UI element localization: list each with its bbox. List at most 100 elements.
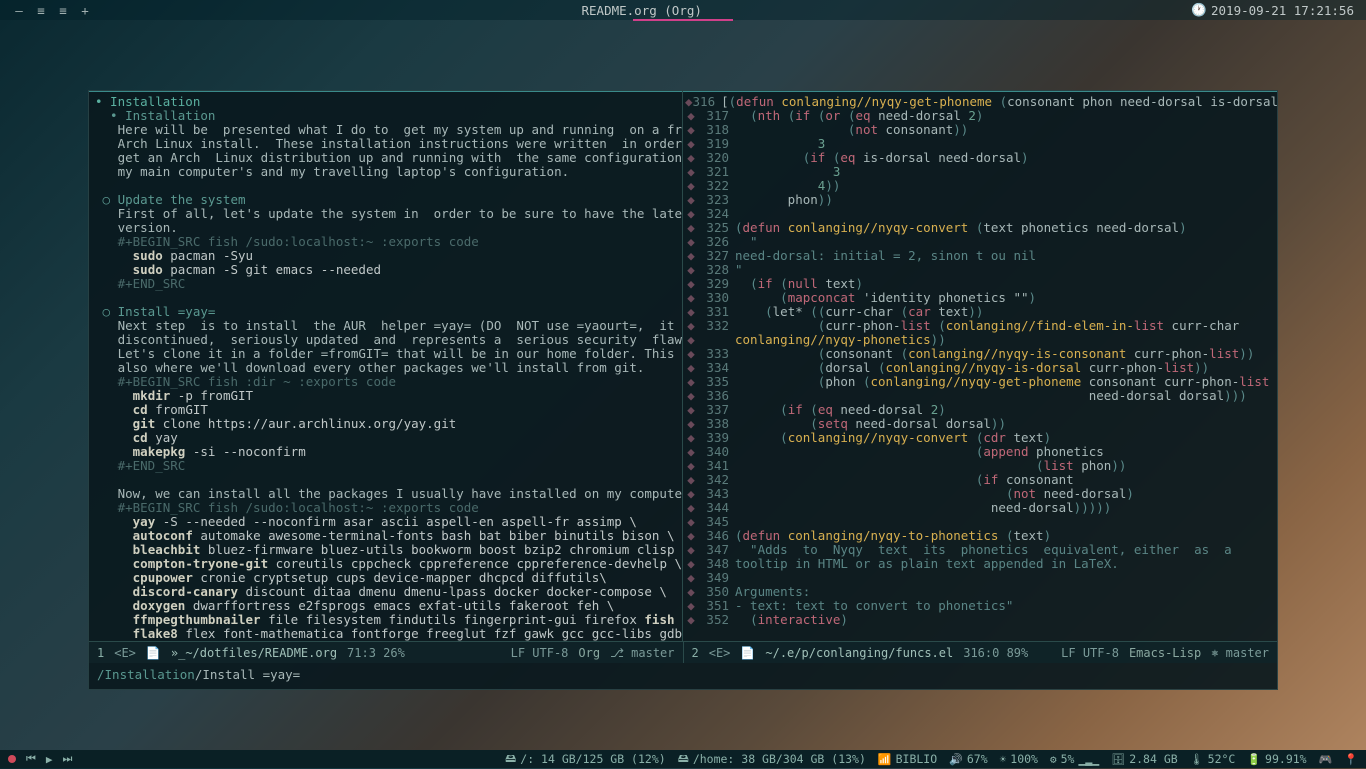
line-number: 345 <box>697 515 729 529</box>
org-text: get an Arch Linux distribution up and ru… <box>95 151 676 165</box>
org-text: Here will be presented what I do to get … <box>95 123 676 137</box>
fold-diamond-icon[interactable]: ◆ <box>685 487 697 501</box>
fold-diamond-icon[interactable]: ◆ <box>685 235 697 249</box>
line-number: 322 <box>697 179 729 193</box>
clock-icon: 🕐 <box>1191 2 1207 18</box>
code-line: ◆341 (list phon)) <box>685 459 1277 473</box>
line-number: 350 <box>697 585 729 599</box>
fold-diamond-icon[interactable]: ◆ <box>685 263 697 277</box>
emacs-window: • Installation • Installation Here will … <box>88 90 1278 690</box>
fold-diamond-icon[interactable]: ◆ <box>685 123 697 137</box>
code-line: ◆328" <box>685 263 1277 277</box>
src-line: autoconf automake awesome-terminal-fonts… <box>95 529 676 543</box>
battery-icon: 🔋 <box>1247 753 1261 766</box>
media-prev-icon[interactable]: ⏮ <box>26 752 36 766</box>
record-icon[interactable] <box>8 755 16 763</box>
fold-diamond-icon[interactable]: ◆ <box>685 95 693 109</box>
left-pane[interactable]: • Installation • Installation Here will … <box>89 91 683 641</box>
titlebar-btn-4[interactable]: + <box>78 3 92 17</box>
fold-diamond-icon[interactable]: ◆ <box>685 529 697 543</box>
fold-diamond-icon[interactable]: ◆ <box>685 459 697 473</box>
fold-diamond-icon[interactable]: ◆ <box>685 473 697 487</box>
volume[interactable]: 🔊67% <box>949 752 987 766</box>
fold-diamond-icon[interactable]: ◆ <box>685 291 697 305</box>
fold-diamond-icon[interactable]: ◆ <box>685 179 697 193</box>
brightness-icon: ☀ <box>1000 753 1007 766</box>
line-number: 331 <box>697 305 729 319</box>
fold-diamond-icon[interactable]: ◆ <box>685 361 697 375</box>
fold-diamond-icon[interactable]: ◆ <box>685 417 697 431</box>
fold-diamond-icon[interactable]: ◆ <box>685 165 697 179</box>
line-number: 319 <box>697 137 729 151</box>
fold-diamond-icon[interactable]: ◆ <box>685 137 697 151</box>
clock-text: 2019-09-21 17:21:56 <box>1211 3 1354 18</box>
fold-diamond-icon[interactable]: ◆ <box>685 305 697 319</box>
brightness[interactable]: ☀100% <box>1000 752 1038 766</box>
location-icon[interactable]: 📍 <box>1344 753 1358 766</box>
code-line: ◆338 (setq need-dorsal dorsal)) <box>685 417 1277 431</box>
fold-diamond-icon[interactable]: ◆ <box>685 557 697 571</box>
fold-diamond-icon[interactable]: ◆ <box>685 221 697 235</box>
media-next-icon[interactable]: ⏭ <box>63 752 73 766</box>
org-heading-1[interactable]: • Installation <box>95 95 676 109</box>
org-text: version. <box>95 221 676 235</box>
line-number: 328 <box>697 263 729 277</box>
code-line: ◆325(defun conlanging//nyqy-convert (tex… <box>685 221 1277 235</box>
fold-diamond-icon[interactable]: ◆ <box>685 403 697 417</box>
wifi-ssid: BIBLIO <box>896 752 938 766</box>
src-line: ffmpegthumbnailer file filesystem findut… <box>95 613 676 627</box>
fold-diamond-icon[interactable]: ◆ <box>685 319 697 333</box>
src-line: doxygen dwarffortress e2fsprogs emacs ex… <box>95 599 676 613</box>
titlebar-btn-3[interactable]: ≡ <box>56 3 70 17</box>
right-pane[interactable]: ◆316[(defun conlanging//nyqy-get-phoneme… <box>683 91 1277 641</box>
fold-diamond-icon[interactable]: ◆ <box>685 207 697 221</box>
org-text: also where we'll download every other pa… <box>95 361 676 375</box>
src-line: compton-tryone-git coreutils cppcheck cp… <box>95 557 676 571</box>
fold-diamond-icon[interactable]: ◆ <box>685 333 697 347</box>
ml-position: 71:3 26% <box>347 646 405 660</box>
fold-diamond-icon[interactable]: ◆ <box>685 347 697 361</box>
fold-diamond-icon[interactable]: ◆ <box>685 571 697 585</box>
line-number: 317 <box>697 109 729 123</box>
org-text: discontinued, seriously updated and repr… <box>95 333 676 347</box>
org-heading-3[interactable]: ○ Update the system <box>95 193 676 207</box>
titlebar-btn-1[interactable]: ‒ <box>12 3 26 17</box>
code-line: ◆322 4)) <box>685 179 1277 193</box>
line-number: 337 <box>697 403 729 417</box>
line-number: 323 <box>697 193 729 207</box>
fold-diamond-icon[interactable]: ◆ <box>685 585 697 599</box>
fold-diamond-icon[interactable]: ◆ <box>685 249 697 263</box>
fold-diamond-icon[interactable]: ◆ <box>685 151 697 165</box>
discord-icon[interactable]: 🎮 <box>1319 753 1333 766</box>
src-line: yay -S --needed --noconfirm asar ascii a… <box>95 515 676 529</box>
line-number: 333 <box>697 347 729 361</box>
org-heading-3[interactable]: ○ Install =yay= <box>95 305 676 319</box>
modeline-right: 2 <E> 📄 ~/.e/p/conlanging/funcs.el 316:0… <box>684 642 1278 663</box>
minibuffer[interactable]: /Installation/Install =yay= <box>89 663 1277 685</box>
titlebar-btn-2[interactable]: ≡ <box>34 3 48 17</box>
line-number: 342 <box>697 473 729 487</box>
line-number: 320 <box>697 151 729 165</box>
fold-diamond-icon[interactable]: ◆ <box>685 277 697 291</box>
ram: 🗄2.84 GB <box>1111 752 1177 766</box>
fold-diamond-icon[interactable]: ◆ <box>685 431 697 445</box>
fold-diamond-icon[interactable]: ◆ <box>685 109 697 123</box>
src-end: #+END_SRC <box>95 459 676 473</box>
fold-diamond-icon[interactable]: ◆ <box>685 389 697 403</box>
fold-diamond-icon[interactable]: ◆ <box>685 613 697 627</box>
org-heading-2[interactable]: • Installation <box>95 109 676 123</box>
fold-diamond-icon[interactable]: ◆ <box>685 193 697 207</box>
wifi[interactable]: 📶BIBLIO <box>878 752 937 766</box>
fold-diamond-icon[interactable]: ◆ <box>685 599 697 613</box>
fold-diamond-icon[interactable]: ◆ <box>685 543 697 557</box>
line-number <box>697 333 729 347</box>
code-line: ◆326 " <box>685 235 1277 249</box>
battery-text: 99.91% <box>1265 752 1307 766</box>
code-line: ◆323 phon)) <box>685 193 1277 207</box>
media-play-icon[interactable]: ▶ <box>46 753 53 766</box>
fold-diamond-icon[interactable]: ◆ <box>685 501 697 515</box>
fold-diamond-icon[interactable]: ◆ <box>685 515 697 529</box>
fold-diamond-icon[interactable]: ◆ <box>685 445 697 459</box>
fold-diamond-icon[interactable]: ◆ <box>685 375 697 389</box>
src-line: cd yay <box>95 431 676 445</box>
